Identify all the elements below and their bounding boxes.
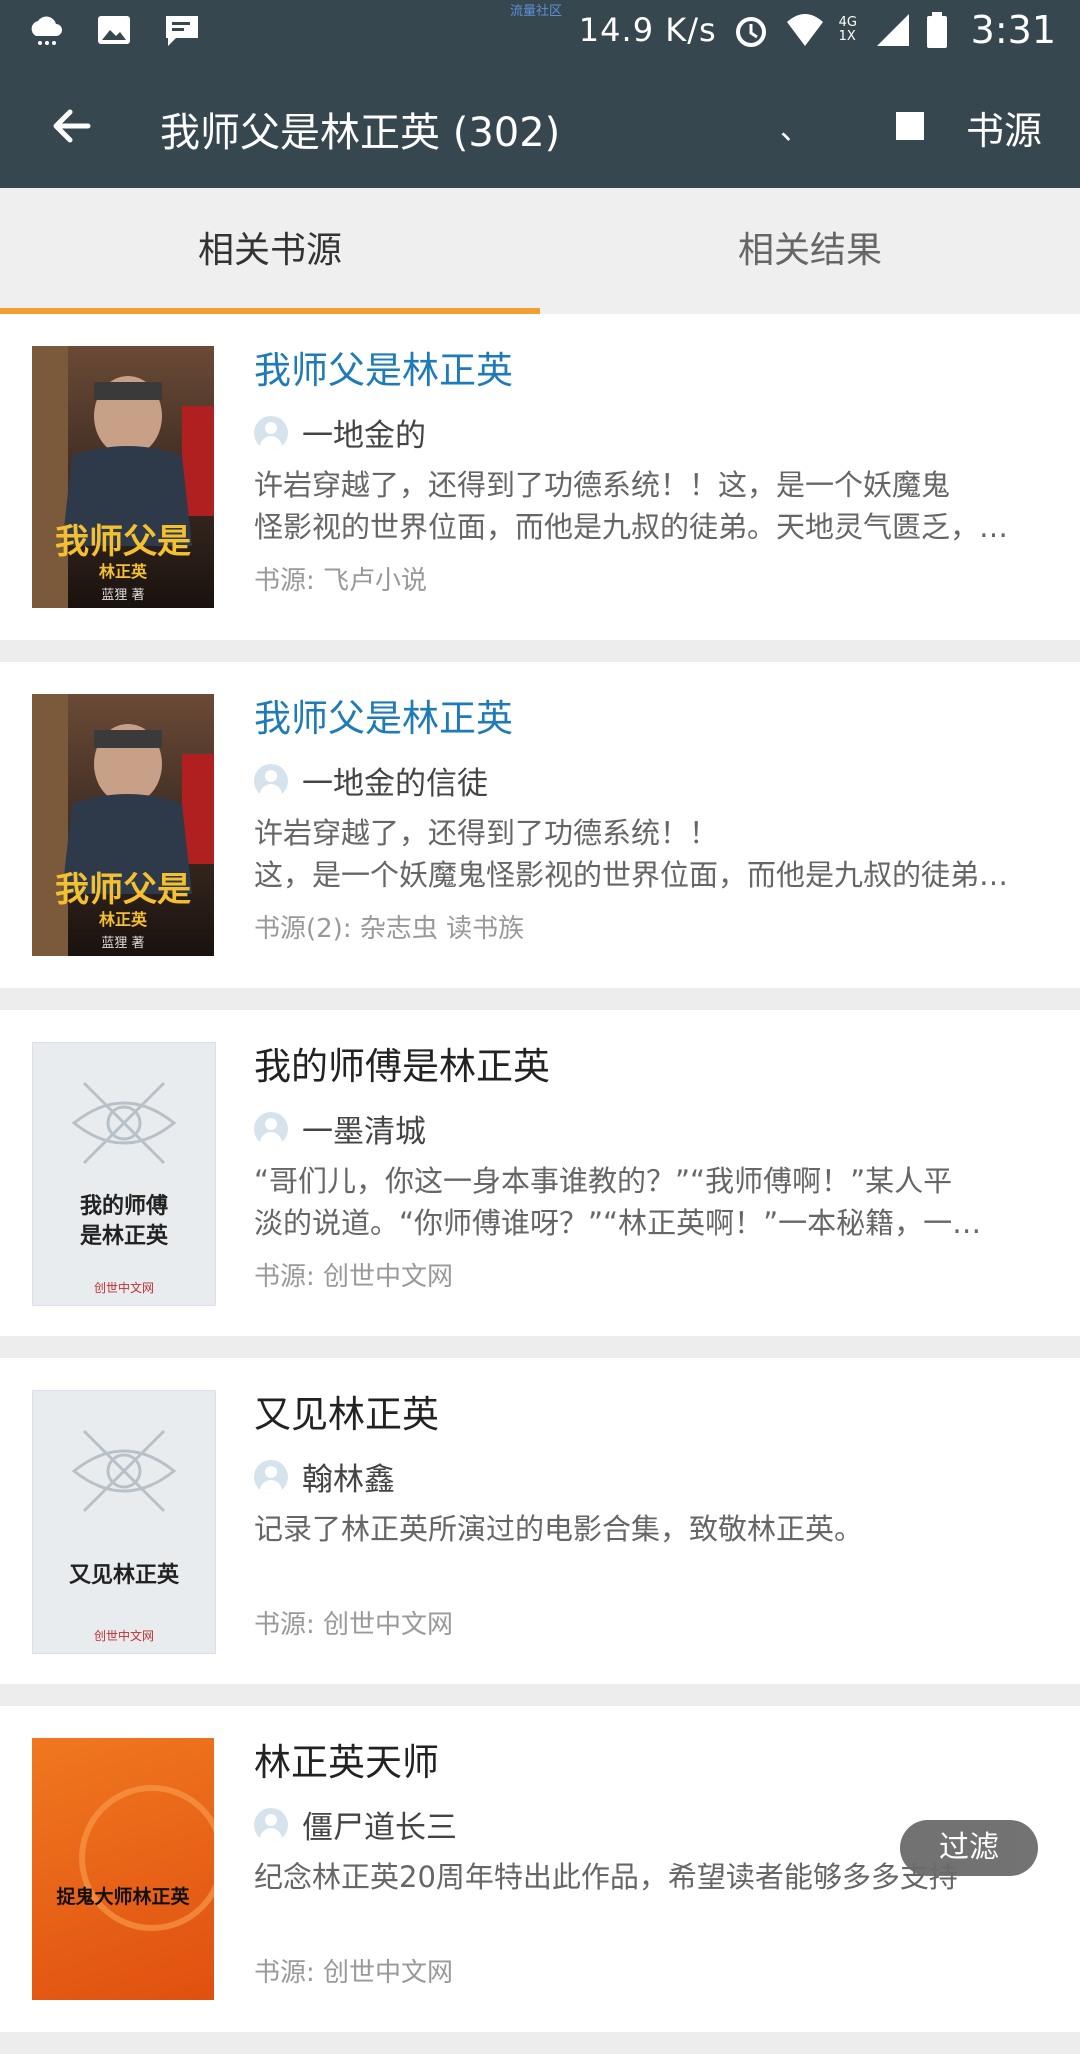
- book-author: 僵尸道长三: [302, 1810, 457, 1846]
- book-cover: 我师父是 林正英 蓝狸 著: [32, 346, 214, 608]
- desc-line: 许岩穿越了，还得到了功德系统！！: [254, 816, 719, 850]
- desc-line: 许岩穿越了，还得到了功德系统！！这，是一个妖魔鬼: [254, 468, 951, 502]
- message-icon: [166, 16, 198, 46]
- page-title: 我师父是林正英 (302): [160, 110, 561, 156]
- cover-title: 我师父是: [55, 522, 191, 562]
- alarm-icon: [735, 17, 766, 47]
- signal-icon: [876, 14, 909, 46]
- author-icon: [254, 415, 288, 450]
- book-source: 书源: 创世中文网: [254, 1958, 454, 1988]
- cloud-icon: [31, 16, 62, 45]
- book-author: 一地金的: [302, 418, 426, 454]
- desc-line: 怪影视的世界位面，而他是九叔的徒弟。天地灵气匮乏，…: [254, 510, 1009, 544]
- list-item[interactable]: 我师父是 林正英 蓝狸 著 我师父是林正英 一地金的 许岩穿越了，还得到了功德系…: [0, 314, 1080, 640]
- cover-title: 又见林正英: [68, 1562, 179, 1588]
- book-description: 许岩穿越了，还得到了功德系统！！ 这，是一个妖魔鬼怪影视的世界位面，而他是九叔的…: [254, 812, 1050, 896]
- source-checkbox[interactable]: [896, 112, 924, 140]
- tab-related-sources[interactable]: 相关书源: [0, 188, 540, 314]
- filter-button[interactable]: 过滤: [900, 1820, 1038, 1876]
- wifi-icon: [786, 14, 823, 46]
- cover-title: 我的师傅 是林正英: [79, 1193, 168, 1249]
- book-cover: 我师父是 林正英 蓝狸 著: [32, 694, 214, 956]
- network-type: 4G 1X: [838, 15, 858, 44]
- net-speed: 14.9 K/s: [578, 11, 717, 49]
- book-source: 书源: 创世中文网: [254, 1610, 454, 1640]
- list-item[interactable]: 我师父是 林正英 蓝狸 著 我师父是林正英 一地金的信徒 许岩穿越了，还得到了功…: [0, 662, 1080, 988]
- status-bar: 流量社区 14.9 K/s 4G 1X 3:31: [0, 0, 1080, 64]
- book-cover: 我的师傅 是林正英 创世中文网: [32, 1042, 216, 1306]
- cover-author: 蓝狸 著: [101, 588, 145, 603]
- clock: 3:31: [970, 8, 1056, 52]
- author-icon: [254, 1111, 288, 1146]
- book-author: 翰林鑫: [302, 1462, 395, 1498]
- cover-title: 我师父是: [55, 870, 191, 910]
- book-description: 许岩穿越了，还得到了功德系统！！这，是一个妖魔鬼 怪影视的世界位面，而他是九叔的…: [254, 464, 1050, 548]
- appbar-mark: 、: [780, 112, 810, 147]
- book-description: 记录了林正英所演过的电影合集，致敬林正英。: [254, 1508, 1050, 1550]
- book-author: 一墨清城: [302, 1114, 426, 1150]
- desc-line: “哥们儿，你这一身本事谁教的？”“我师傅啊！”某人平: [254, 1164, 953, 1198]
- cover-brand: 创世中文网: [93, 1629, 154, 1643]
- book-title[interactable]: 林正英天师: [254, 1732, 439, 1786]
- list-item[interactable]: 我的师傅 是林正英 创世中文网 我的师傅是林正英 一墨清城 “哥们儿，你这一身本…: [0, 1010, 1080, 1336]
- image-icon: [98, 16, 130, 44]
- book-title[interactable]: 我师父是林正英: [254, 688, 513, 742]
- desc-line: 淡的说道。“你师傅谁呀？”“林正英啊！”一本秘籍，一…: [254, 1206, 982, 1240]
- author-icon: [254, 1807, 288, 1842]
- list-item[interactable]: 又见林正英 创世中文网 又见林正英 翰林鑫 记录了林正英所演过的电影合集，致敬林…: [0, 1358, 1080, 1684]
- battery-icon: [926, 12, 947, 48]
- book-list: 我师父是 林正英 蓝狸 著 我师父是林正英 一地金的 许岩穿越了，还得到了功德系…: [0, 314, 1080, 2054]
- book-title[interactable]: 我师父是林正英: [254, 340, 513, 394]
- desc-line: 记录了林正英所演过的电影合集，致敬林正英。: [254, 1512, 864, 1546]
- book-source: 书源: 飞卢小说: [254, 566, 428, 596]
- book-author: 一地金的信徒: [302, 766, 488, 802]
- cover-subtitle: 林正英: [98, 910, 147, 929]
- source-button[interactable]: 书源: [966, 100, 1042, 155]
- app-bar: 我师父是林正英 (302) 、 书源: [0, 64, 1080, 188]
- back-arrow-icon[interactable]: [48, 102, 96, 150]
- book-source: 书源: 创世中文网: [254, 1262, 454, 1292]
- desc-line: 这，是一个妖魔鬼怪影视的世界位面，而他是九叔的徒弟…: [254, 858, 1009, 892]
- tab-bar: 相关书源 相关结果: [0, 188, 1080, 314]
- cover-title: 捉鬼大师林正英: [56, 1886, 190, 1908]
- author-icon: [254, 763, 288, 798]
- book-title[interactable]: 我的师傅是林正英: [254, 1036, 550, 1090]
- book-description: “哥们儿，你这一身本事谁教的？”“我师傅啊！”某人平 淡的说道。“你师傅谁呀？”…: [254, 1160, 1050, 1244]
- cover-brand: 创世中文网: [93, 1281, 154, 1295]
- book-cover: 又见林正英 创世中文网: [32, 1390, 216, 1654]
- book-title[interactable]: 又见林正英: [254, 1384, 439, 1438]
- cover-subtitle: 林正英: [98, 562, 147, 581]
- cover-author: 蓝狸 著: [101, 936, 145, 951]
- author-icon: [254, 1459, 288, 1494]
- tab-related-results[interactable]: 相关结果: [540, 188, 1080, 314]
- book-cover: 捉鬼大师林正英: [32, 1738, 214, 2000]
- book-source: 书源(2): 杂志虫 读书族: [254, 914, 525, 944]
- status-community: 流量社区: [510, 4, 563, 19]
